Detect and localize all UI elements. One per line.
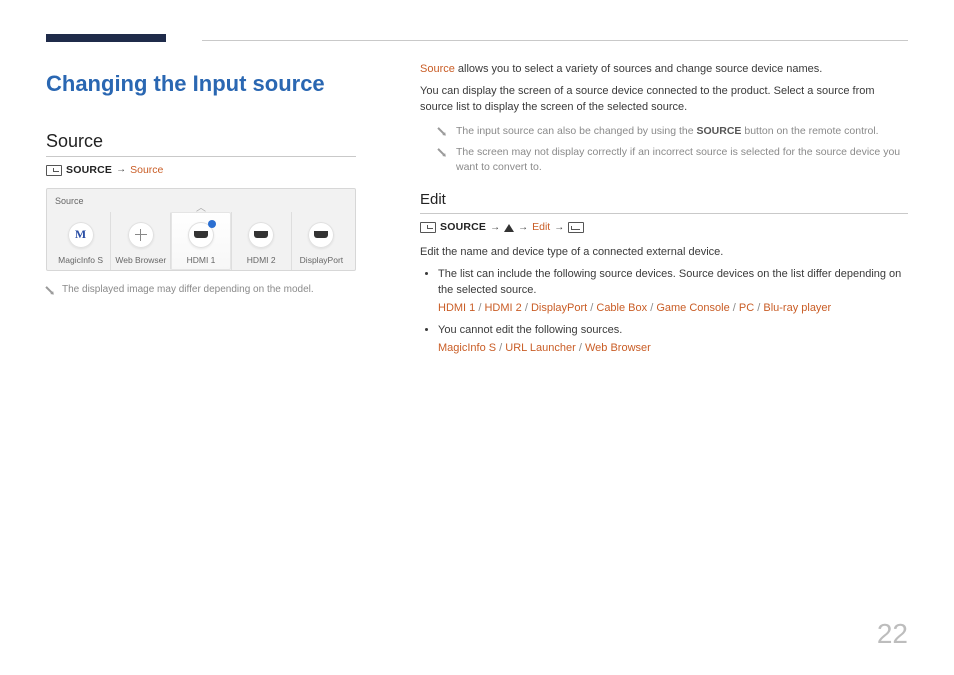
source-item-label: DisplayPort: [300, 254, 343, 266]
notes-block: The input source can also be changed by …: [438, 124, 908, 176]
note-bold: SOURCE: [697, 125, 742, 137]
nav-source-label: SOURCE: [66, 163, 112, 178]
source-item-hdmi1[interactable]: HDMI 1: [170, 212, 230, 270]
edit-nav-path: SOURCE → → Edit →: [420, 220, 908, 235]
source-selector: Source ︿ M MagicInfo S Web Browser HDMI …: [46, 188, 356, 271]
nav-source-target: Source: [130, 163, 163, 178]
left-column: Changing the Input source Source SOURCE …: [46, 62, 356, 363]
model-note-text: The displayed image may differ depending…: [62, 283, 314, 298]
bullet-1-sources: HDMI 1 / HDMI 2 / DisplayPort / Cable Bo…: [438, 301, 908, 317]
section-mark: [46, 34, 166, 42]
enter-button-icon: [568, 222, 584, 233]
note-pre: The input source can also be changed by …: [456, 125, 697, 137]
source-button-icon: [46, 165, 62, 176]
bullet-text: The list can include the following sourc…: [438, 268, 901, 296]
edit-bullets: The list can include the following sourc…: [424, 267, 908, 357]
edit-line: Edit the name and device type of a conne…: [420, 245, 908, 261]
source-heading: Source: [46, 128, 356, 157]
nav-source-label: SOURCE: [440, 220, 486, 235]
intro-paragraph: Source allows you to select a variety of…: [420, 62, 908, 78]
arrow-icon: →: [554, 221, 564, 236]
source-item-label: Web Browser: [115, 254, 166, 266]
source-item-displayport[interactable]: DisplayPort: [291, 212, 351, 270]
page-title: Changing the Input source: [46, 68, 356, 100]
source-item-label: HDMI 1: [187, 254, 216, 266]
header-rule: [46, 34, 908, 42]
nav-edit-label: Edit: [532, 220, 550, 235]
intro-paragraph-2: You can display the screen of a source d…: [420, 84, 908, 116]
up-icon: [504, 224, 514, 232]
note-1: The input source can also be changed by …: [438, 124, 908, 139]
pencil-icon: [44, 282, 58, 296]
arrow-icon: →: [116, 163, 126, 178]
source-item-label: MagicInfo S: [58, 254, 103, 266]
source-item-magicinfo[interactable]: M MagicInfo S: [51, 212, 110, 270]
source-item-label: HDMI 2: [247, 254, 276, 266]
selector-row: ︿ M MagicInfo S Web Browser HDMI 1: [51, 212, 351, 270]
source-nav-path: SOURCE → Source: [46, 163, 356, 178]
note-text: The screen may not display correctly if …: [456, 145, 908, 175]
arrow-icon: →: [490, 221, 500, 236]
bullet-2: You cannot edit the following sources. M…: [438, 323, 908, 357]
edit-heading: Edit: [420, 189, 908, 214]
arrow-icon: →: [518, 221, 528, 236]
magicinfo-icon: M: [68, 222, 94, 248]
pencil-icon: [436, 144, 450, 158]
document-page: Changing the Input source Source SOURCE …: [0, 0, 954, 675]
displayport-icon: [308, 222, 334, 248]
note-text: The input source can also be changed by …: [456, 124, 879, 139]
right-column: Source allows you to select a variety of…: [420, 62, 908, 363]
intro-keyword: Source: [420, 63, 455, 75]
header-divider: [202, 40, 908, 41]
model-note: The displayed image may differ depending…: [46, 283, 356, 298]
note-post: button on the remote control.: [741, 125, 878, 137]
webbrowser-icon: [128, 222, 154, 248]
bullet-2-sources: MagicInfo S / URL Launcher / Web Browser: [438, 341, 908, 357]
bullet-text: You cannot edit the following sources.: [438, 324, 622, 336]
source-button-icon: [420, 222, 436, 233]
source-item-webbrowser[interactable]: Web Browser: [110, 212, 170, 270]
source-item-hdmi2[interactable]: HDMI 2: [231, 212, 291, 270]
note-2: The screen may not display correctly if …: [438, 145, 908, 175]
hdmi-icon: [248, 222, 274, 248]
intro-rest: allows you to select a variety of source…: [455, 63, 822, 75]
pencil-icon: [436, 123, 450, 137]
page-number: 22: [877, 614, 908, 655]
bullet-1: The list can include the following sourc…: [438, 267, 908, 317]
hdmi-icon: [188, 222, 214, 248]
